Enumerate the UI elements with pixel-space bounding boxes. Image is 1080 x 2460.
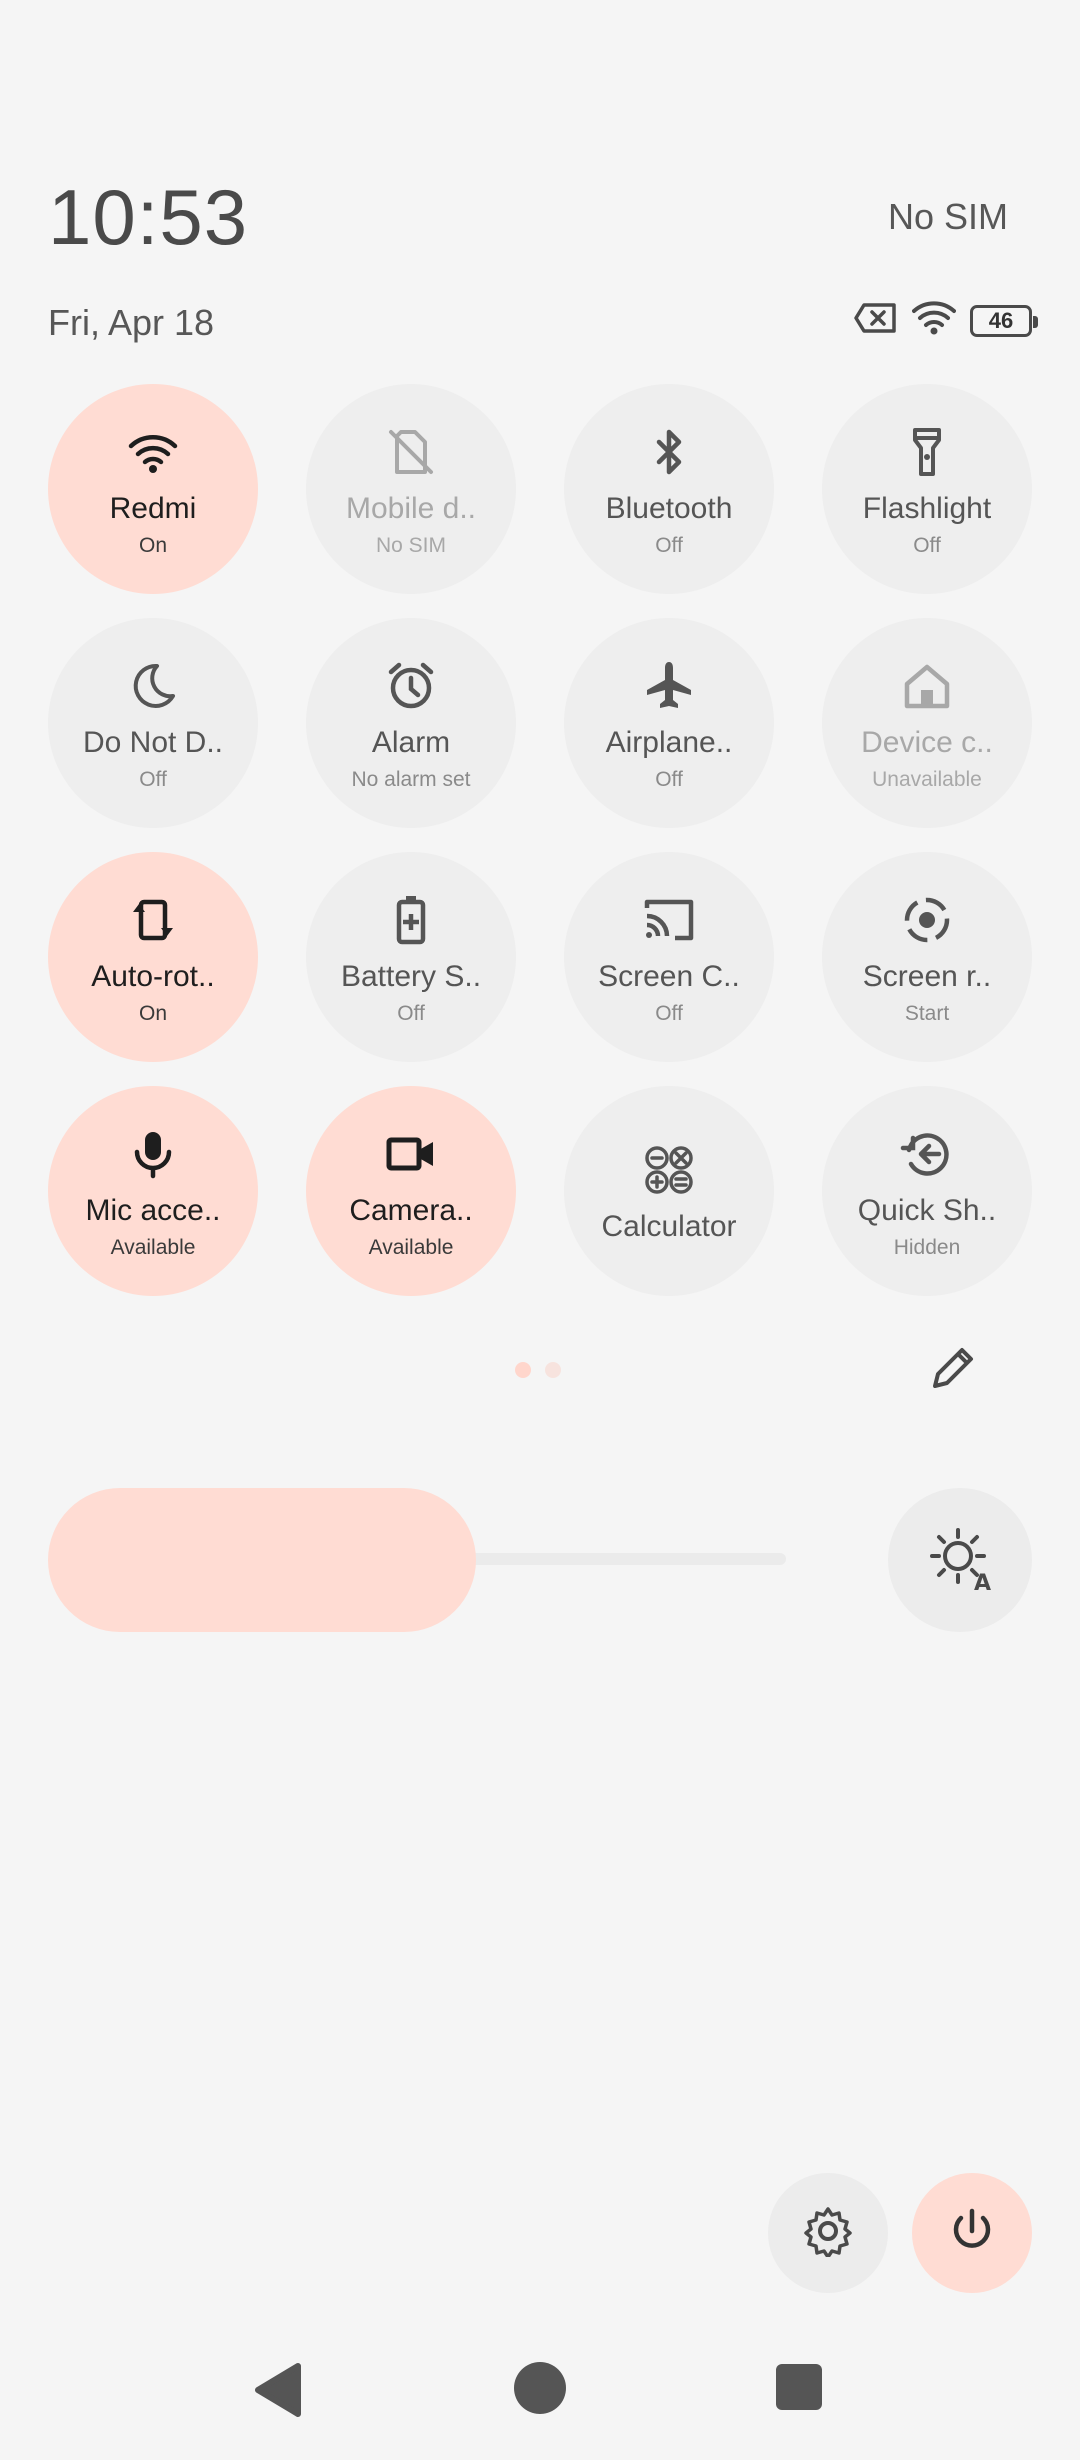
power-button[interactable] <box>912 2173 1032 2293</box>
gear-icon <box>802 2205 854 2262</box>
tile-status: On <box>138 1002 167 1025</box>
tile-label: Quick Sh.. <box>857 1194 997 1227</box>
tile-label: Flashlight <box>862 492 992 525</box>
tile-quick-share[interactable]: Quick Sh.. Hidden <box>822 1086 1032 1296</box>
carrier-label: No SIM <box>887 196 1008 237</box>
tile-label: Mic acce.. <box>85 1194 221 1227</box>
wifi-icon <box>125 424 181 480</box>
tile-label: Bluetooth <box>605 492 733 525</box>
calculator-icon <box>641 1142 697 1198</box>
tile-status: Start <box>904 1002 950 1025</box>
tile-wifi[interactable]: Redmi On <box>48 384 258 594</box>
tile-status: Available <box>110 1236 196 1259</box>
recents-button[interactable] <box>776 2364 822 2410</box>
tile-label: Battery S.. <box>340 960 482 993</box>
screen-record-icon <box>899 892 955 948</box>
tile-status: On <box>138 534 167 557</box>
tile-label: Mobile d.. <box>345 492 477 525</box>
tile-status: Off <box>139 768 167 791</box>
moon-icon <box>125 658 181 714</box>
clock[interactable]: 10:53 <box>48 172 248 263</box>
tile-screen-record[interactable]: Screen r.. Start <box>822 852 1032 1062</box>
battery-saver-icon <box>383 892 439 948</box>
back-button[interactable] <box>252 2362 302 2423</box>
tile-home[interactable]: Device c.. Unavailable <box>822 618 1032 828</box>
flashlight-icon <box>899 424 955 480</box>
tile-label: Screen r.. <box>862 960 992 993</box>
tile-label: Calculator <box>601 1210 737 1243</box>
home-icon <box>899 658 955 714</box>
tile-alarm[interactable]: Alarm No alarm set <box>306 618 516 828</box>
auto-brightness-button[interactable]: A <box>888 1488 1032 1632</box>
tile-label: Do Not D.. <box>82 726 224 759</box>
wifi-status-icon <box>912 300 956 341</box>
airplane-icon <box>641 658 697 714</box>
quick-share-icon <box>899 1126 955 1182</box>
brightness-slider[interactable] <box>48 1488 476 1632</box>
tile-bluetooth[interactable]: Bluetooth Off <box>564 384 774 594</box>
tile-camera[interactable]: Camera.. Available <box>306 1086 516 1296</box>
tile-status: Off <box>655 534 683 557</box>
page-dot-active <box>515 1362 531 1378</box>
page-dot <box>545 1362 561 1378</box>
tile-cast[interactable]: Screen C.. Off <box>564 852 774 1062</box>
tile-airplane[interactable]: Airplane.. Off <box>564 618 774 828</box>
edit-icon[interactable] <box>925 1340 981 1396</box>
tile-status: No SIM <box>375 534 446 557</box>
tile-status: Hidden <box>893 1236 961 1259</box>
battery-icon: 46 <box>970 304 1038 337</box>
brightness-track[interactable] <box>470 1553 786 1565</box>
tile-label: Redmi <box>109 492 197 525</box>
mic-icon <box>125 1126 181 1182</box>
tile-label: Airplane.. <box>605 726 733 759</box>
tile-label: Screen C.. <box>598 960 740 993</box>
tile-status: No alarm set <box>351 768 471 791</box>
tile-status: Available <box>368 1236 454 1259</box>
auto-brightness-icon: A <box>924 1522 996 1599</box>
rotate-icon <box>125 892 181 948</box>
tile-status: Off <box>655 768 683 791</box>
page-indicator <box>515 1362 561 1378</box>
no-sim-icon <box>854 302 898 339</box>
status-icons: 46 <box>854 300 1038 341</box>
quick-settings-grid: Redmi On Mobile d.. No SIM Bluetooth Off Flash… <box>48 384 1032 1296</box>
bluetooth-icon <box>641 424 697 480</box>
battery-level: 46 <box>988 307 1014 333</box>
tile-status: Off <box>655 1002 683 1025</box>
tile-moon[interactable]: Do Not D.. Off <box>48 618 258 828</box>
tile-mic[interactable]: Mic acce.. Available <box>48 1086 258 1296</box>
tile-mobile-data-off[interactable]: Mobile d.. No SIM <box>306 384 516 594</box>
tile-status: Unavailable <box>872 768 982 791</box>
cast-icon <box>641 892 697 948</box>
date-label[interactable]: Fri, Apr 18 <box>48 302 214 344</box>
tile-battery-saver[interactable]: Battery S.. Off <box>306 852 516 1062</box>
tile-label: Camera.. <box>349 1194 473 1227</box>
tile-calculator[interactable]: Calculator <box>564 1086 774 1296</box>
tile-status: Off <box>913 534 941 557</box>
tile-label: Alarm <box>371 726 451 759</box>
tile-status: Off <box>397 1002 425 1025</box>
tile-label: Device c.. <box>861 726 993 759</box>
tile-label: Auto-rot.. <box>91 960 215 993</box>
power-icon <box>946 2205 998 2262</box>
svg-text:A: A <box>974 1571 991 1594</box>
mobile-data-off-icon <box>383 424 439 480</box>
home-button[interactable] <box>514 2362 566 2414</box>
camera-icon <box>383 1126 439 1182</box>
settings-button[interactable] <box>768 2173 888 2293</box>
alarm-icon <box>383 658 439 714</box>
tile-rotate[interactable]: Auto-rot.. On <box>48 852 258 1062</box>
tile-flashlight[interactable]: Flashlight Off <box>822 384 1032 594</box>
